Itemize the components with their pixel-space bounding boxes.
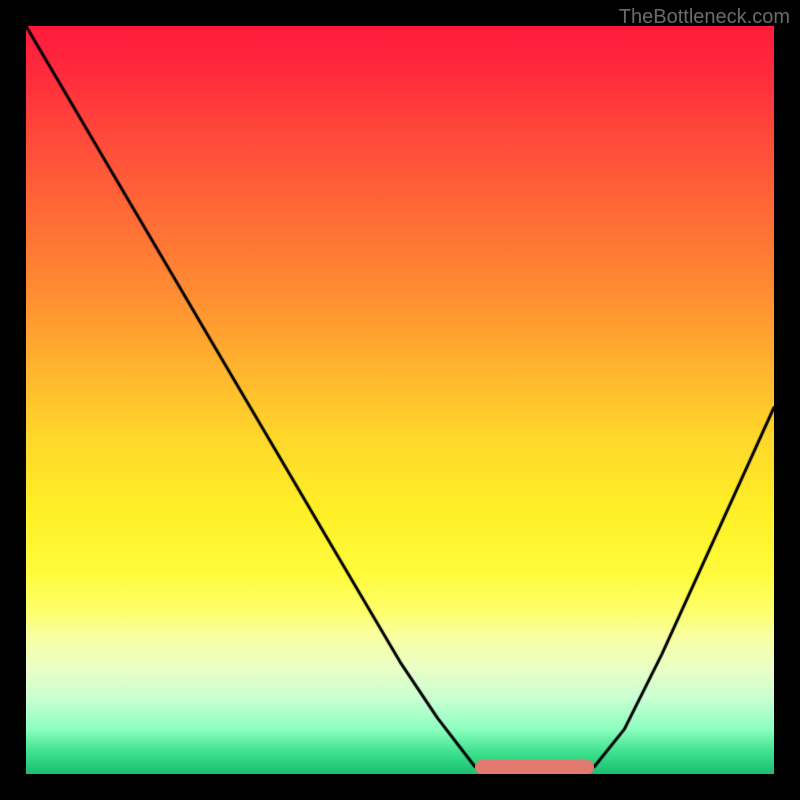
chart-plot-area xyxy=(26,26,774,774)
watermark-text: TheBottleneck.com xyxy=(619,6,790,29)
chart-highlight-segment xyxy=(475,760,595,774)
chart-curve-canvas xyxy=(26,26,774,774)
